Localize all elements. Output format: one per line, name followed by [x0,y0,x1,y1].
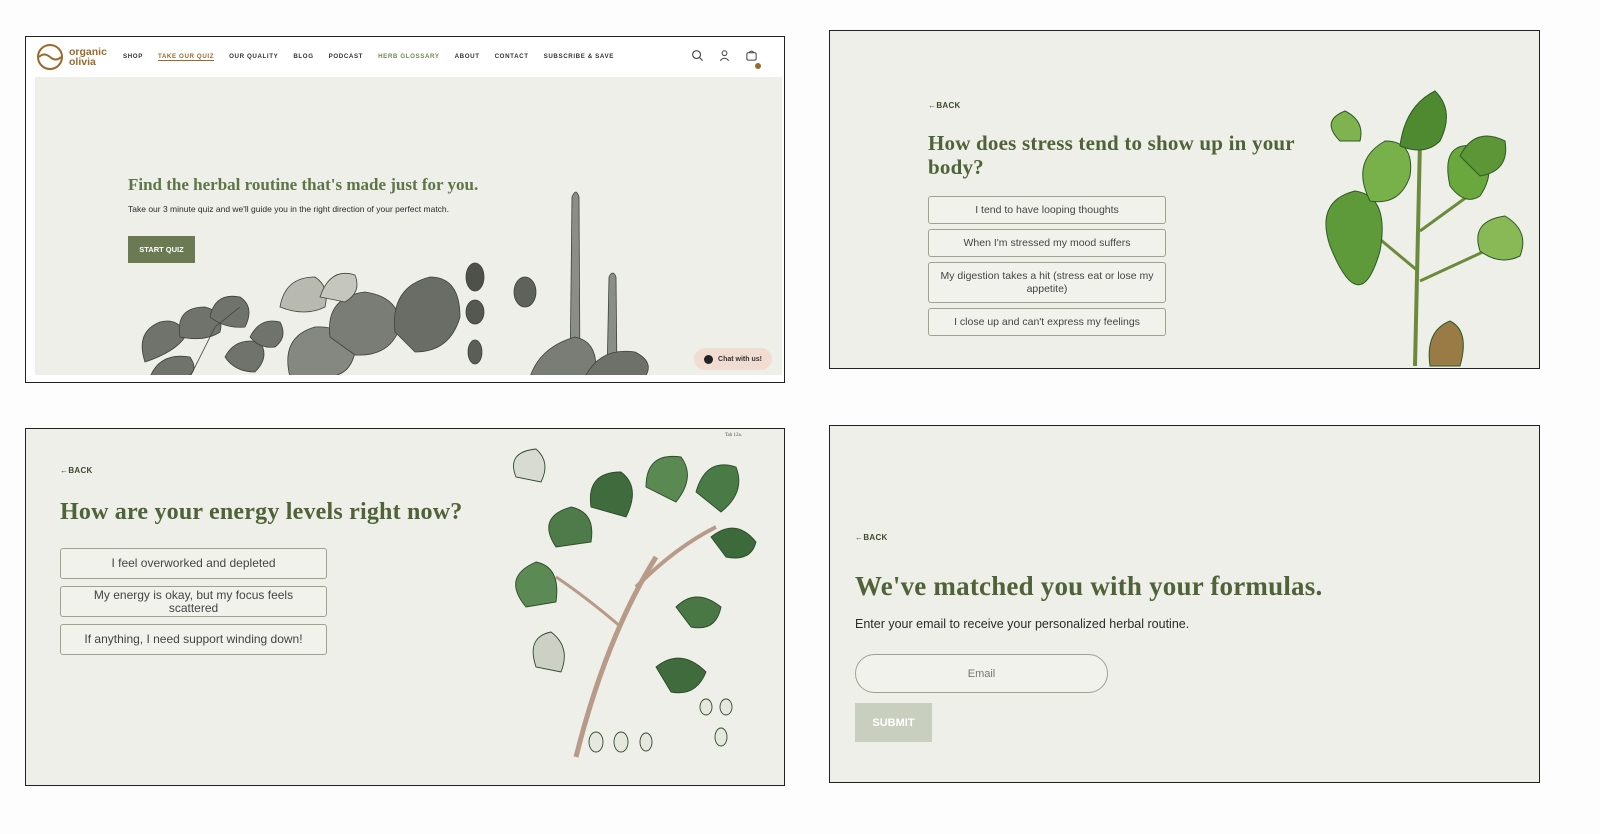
question-title: How are your energy levels right now? [60,499,463,525]
cart-button[interactable] [745,49,761,69]
back-label: BACK [936,101,961,110]
hero-title: Find the herbal routine that's made just… [128,175,479,194]
back-link[interactable]: ←BACK [855,533,888,542]
nav-icons [691,49,761,69]
logo-mark-icon [37,44,63,70]
option-mood-suffers[interactable]: When I'm stressed my mood suffers [928,229,1166,257]
submit-button[interactable]: SUBMIT [855,703,932,742]
homepage-panel: organic olivia SHOP TAKE OUR QUIZ OUR QU… [25,36,785,383]
nav-take-our-quiz[interactable]: TAKE OUR QUIZ [158,53,214,60]
nav-podcast[interactable]: PODCAST [329,53,363,60]
email-input[interactable] [855,654,1108,693]
account-icon[interactable] [718,49,731,62]
chat-icon [704,354,714,364]
nav-blog[interactable]: BLOG [293,53,313,60]
hero-subtitle: Take our 3 minute quiz and we'll guide y… [128,204,450,214]
option-overworked[interactable]: I feel overworked and depleted [60,548,327,579]
option-close-up[interactable]: I close up and can't express my feelings [928,308,1166,336]
search-icon[interactable] [691,49,704,62]
ginkgo-illustration [513,448,757,758]
logo[interactable]: organic olivia [36,43,107,71]
energy-question-panel: ←BACK How are your energy levels right n… [25,428,785,786]
back-link[interactable]: ←BACK [928,101,961,110]
nav-contact[interactable]: CONTACT [495,53,529,60]
start-quiz-button[interactable]: START QUIZ [128,236,195,263]
chat-button[interactable]: Chat with us! [694,348,772,370]
option-looping-thoughts[interactable]: I tend to have looping thoughts [928,196,1166,224]
nav-shop[interactable]: SHOP [123,53,143,60]
back-link[interactable]: ←BACK [60,466,93,475]
hero-section: Find the herbal routine that's made just… [35,77,782,375]
nav-subscribe-save[interactable]: SUBSCRIBE & SAVE [544,53,614,60]
chat-label: Chat with us! [718,355,762,363]
kava-plant-illustration [1325,90,1524,367]
results-panel: ←BACK We've matched you with your formul… [829,425,1540,783]
option-winding-down[interactable]: If anything, I need support winding down… [60,624,327,655]
question-title: How does stress tend to show up in your … [928,131,1295,179]
cart-icon [746,50,757,61]
nav-our-quality[interactable]: OUR QUALITY [229,53,278,60]
cart-badge [755,63,761,69]
nav-about[interactable]: ABOUT [455,53,480,60]
stress-question-panel: ←BACK How does stress tend to show up in… [829,30,1540,369]
nav-links: SHOP TAKE OUR QUIZ OUR QUALITY BLOG PODC… [123,53,629,60]
logo-line-2: olivia [69,56,96,68]
results-subtitle: Enter your email to receive your persona… [855,617,1190,631]
back-label: BACK [68,466,93,475]
nav-herb-glossary[interactable]: HERB GLOSSARY [378,53,440,60]
option-focus-scattered[interactable]: My energy is okay, but my focus feels sc… [60,586,327,617]
top-nav: organic olivia SHOP TAKE OUR QUIZ OUR QU… [26,37,784,77]
option-digestion[interactable]: My digestion takes a hit (stress eat or … [928,262,1166,303]
results-title: We've matched you with your formulas. [855,571,1323,601]
logo-text: organic olivia [69,47,107,68]
back-label: BACK [863,533,888,542]
